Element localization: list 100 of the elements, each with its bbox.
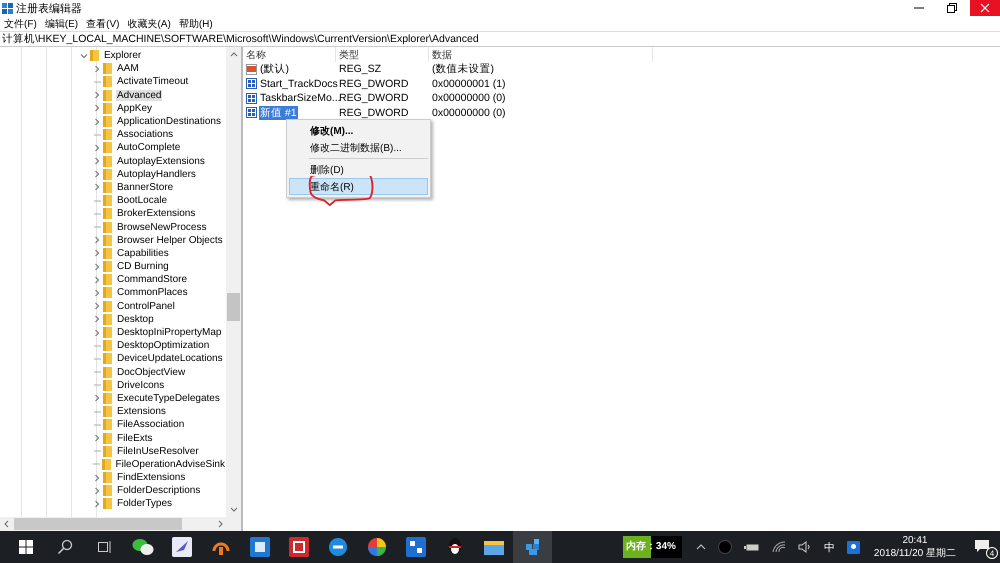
tree-item[interactable]: AppKey: [116, 102, 154, 114]
tree-item[interactable]: DriveIcons: [116, 380, 166, 391]
tree-item[interactable]: FileInUseResolver: [116, 446, 200, 457]
horizontal-scrollbar[interactable]: [0, 517, 241, 531]
battery-icon[interactable]: [744, 542, 760, 552]
search-icon[interactable]: [56, 539, 72, 555]
binary-value-icon: [246, 92, 257, 104]
tree-item[interactable]: FileExts: [116, 432, 154, 444]
tree-item[interactable]: AutoComplete: [116, 142, 182, 154]
chat-bubbles-icon[interactable]: [132, 538, 154, 556]
tree-item[interactable]: DocObjectView: [116, 366, 186, 378]
value-name[interactable]: 新值 #1: [259, 106, 298, 120]
folder-icon: [103, 300, 112, 312]
tree-item[interactable]: Extensions: [116, 406, 167, 418]
caret-up-icon[interactable]: [696, 544, 706, 550]
folder-icon: [103, 142, 112, 154]
column-header[interactable]: 类型: [336, 47, 429, 62]
folder-icon: [103, 156, 112, 167]
tree-item[interactable]: FolderTypes: [116, 498, 174, 510]
table-cell-text: REG_DWORD: [338, 106, 410, 119]
task-view-icon[interactable]: [96, 540, 112, 554]
windows-logo-icon[interactable]: [18, 540, 32, 554]
registry-app-icon[interactable]: [524, 538, 542, 556]
scroll-thumb[interactable]: [227, 293, 240, 321]
menu-item[interactable]: 编辑(E): [44, 16, 78, 30]
scroll-thumb[interactable]: [14, 518, 182, 530]
tree-item[interactable]: FindExtensions: [116, 472, 186, 484]
tree-item[interactable]: DesktopIniPropertyMap: [116, 327, 222, 338]
tree-item[interactable]: AAM: [116, 63, 140, 74]
table-cell-text: REG_SZ: [338, 63, 382, 76]
tree-item[interactable]: CD Burning: [116, 261, 170, 272]
menu-item[interactable]: 帮助(H): [178, 16, 213, 30]
tree-item[interactable]: ControlPanel: [116, 300, 176, 312]
folder-icon: [103, 182, 112, 193]
menu-item[interactable]: 文件(F): [4, 16, 37, 30]
tree-item[interactable]: CommonPlaces: [116, 287, 189, 298]
tree-item[interactable]: ApplicationDestinations: [116, 116, 222, 128]
tree-item[interactable]: Associations: [116, 129, 174, 140]
scroll-right-icon[interactable]: [216, 520, 224, 528]
folder-icon: [103, 432, 112, 444]
color-wheel-icon[interactable]: [366, 537, 386, 557]
input-language[interactable]: 中: [824, 540, 835, 554]
address-bar[interactable]: 计算机\HKEY_LOCAL_MACHINE\SOFTWARE\Microsoft\Windows\CurrentVersion\Explorer\Advanced: [0, 31, 1000, 47]
menu-item[interactable]: 修改二进制数据(B)...: [289, 139, 428, 156]
column-header[interactable]: 数据: [429, 47, 653, 62]
tree-item[interactable]: BannerStore: [116, 182, 174, 193]
table-cell-text: 0x00000000 (0): [431, 92, 507, 104]
tree-item[interactable]: Desktop: [116, 314, 155, 325]
string-value-icon: [246, 64, 257, 75]
folder-icon: [103, 248, 112, 259]
tree-item[interactable]: BootLocale: [116, 195, 168, 206]
tree-item[interactable]: FolderDescriptions: [116, 485, 202, 496]
tree-item[interactable]: ActivateTimeout: [116, 76, 190, 88]
tree-item[interactable]: AutoplayHandlers: [116, 168, 197, 180]
tree-item[interactable]: Explorer: [103, 50, 142, 62]
value-name[interactable]: Start_TrackDocs: [259, 78, 339, 90]
bird-icon[interactable]: [172, 537, 192, 557]
close-button[interactable]: [970, 0, 1000, 16]
tree-item[interactable]: FileOperationAdviseSink: [114, 458, 226, 470]
menu-item[interactable]: 重命名(R): [289, 178, 428, 195]
tree-item[interactable]: Browser Helper Objects: [116, 234, 224, 246]
chevron-down-icon[interactable]: [80, 52, 88, 60]
tree-item[interactable]: DesktopOptimization: [116, 340, 210, 352]
scroll-left-icon[interactable]: [3, 520, 11, 528]
tray-app-icon[interactable]: [846, 540, 860, 554]
clock[interactable]: 20:41 2018/11/20 星期二: [874, 534, 956, 560]
tree-item[interactable]: FileAssociation: [116, 419, 186, 430]
value-name[interactable]: (默认): [259, 62, 290, 76]
tree-item[interactable]: CommandStore: [116, 274, 188, 286]
folder-icon: [103, 392, 112, 404]
app-tile-icon[interactable]: [406, 537, 426, 557]
menu-item[interactable]: 删除(D): [289, 161, 428, 178]
tree-item[interactable]: DeviceUpdateLocations: [116, 353, 224, 364]
chevron-right-icon[interactable]: [93, 394, 101, 402]
column-header[interactable]: 名称: [243, 47, 336, 62]
chevron-right-icon[interactable]: [93, 64, 101, 73]
folder-icon: [103, 380, 112, 391]
tree-item[interactable]: AutoplayExtensions: [116, 156, 206, 167]
tree-item[interactable]: ExecuteTypeDelegates: [116, 392, 221, 404]
chevron-right-icon[interactable]: [93, 434, 101, 442]
binary-value-icon: [246, 107, 257, 118]
app-tile-icon[interactable]: [250, 537, 270, 557]
tree-item[interactable]: BrokerExtensions: [116, 208, 196, 220]
app-tile-icon[interactable]: [288, 537, 308, 557]
tree-item[interactable]: Advanced: [116, 90, 162, 101]
browser-icon[interactable]: [328, 537, 348, 557]
folder-icon: [103, 287, 112, 298]
menu-item[interactable]: 修改(M)...: [289, 122, 428, 139]
folder-icon: [102, 458, 110, 470]
folder-icon: [103, 274, 112, 286]
tree-item[interactable]: BrowseNewProcess: [116, 222, 208, 233]
folder-icon: [103, 222, 112, 233]
menu-item[interactable]: 查看(V): [86, 16, 120, 30]
folder-icon[interactable]: [484, 539, 504, 555]
menu-item[interactable]: 收藏夹(A): [127, 16, 171, 30]
binary-value-icon: [246, 78, 257, 90]
speaker-icon[interactable]: [798, 541, 812, 553]
vertical-scrollbar[interactable]: [226, 47, 241, 517]
wifi-icon[interactable]: [772, 541, 786, 553]
tree-item[interactable]: Capabilities: [116, 248, 170, 259]
